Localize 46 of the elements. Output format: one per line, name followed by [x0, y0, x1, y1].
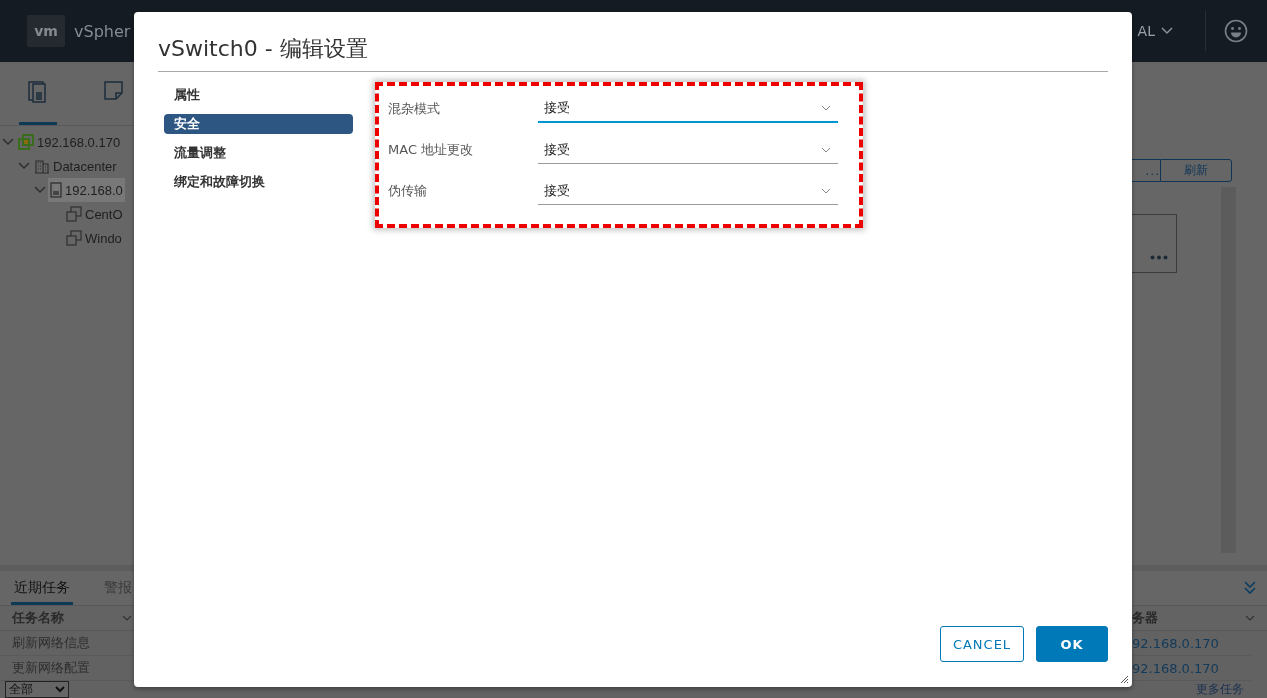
chevron-icon [821, 187, 831, 194]
chevron-icon [821, 105, 831, 111]
chevron-icon [821, 146, 831, 153]
chevron-icon [122, 615, 132, 622]
product-name: vSpher [74, 21, 131, 41]
note-icon [104, 81, 124, 101]
building-icon [34, 158, 50, 174]
user-menu[interactable]: AL [1137, 23, 1173, 39]
section-item[interactable]: 流量调整 [164, 143, 353, 163]
more-icon[interactable] [1150, 255, 1168, 260]
select-field[interactable]: 接受 [538, 136, 838, 164]
caret-icon [55, 686, 65, 693]
more-tasks-link[interactable]: 更多任务 [1196, 681, 1244, 698]
tree-item[interactable]: Windo [64, 226, 124, 250]
toolbar-button[interactable]: 刷新 [1160, 159, 1232, 182]
setting-label: MAC 地址更改 [388, 141, 475, 159]
resize-grip-icon[interactable] [1120, 675, 1129, 684]
chevron-icon[interactable] [34, 186, 46, 194]
section-item[interactable]: 属性 [164, 85, 353, 105]
select-field[interactable]: 接受 [538, 95, 838, 123]
smiley-icon[interactable] [1224, 19, 1248, 43]
vm-icon [66, 206, 82, 222]
tree-item[interactable]: 192.168.0.170 [16, 130, 123, 154]
chevron-icon[interactable] [2, 138, 14, 146]
chevron-icon[interactable] [18, 162, 30, 170]
server-icon [50, 182, 62, 198]
vm-icon [66, 230, 82, 246]
view-tab[interactable] [19, 79, 57, 125]
hosts-icon [28, 81, 48, 103]
tree-item[interactable]: Datacenter [32, 154, 119, 178]
dialog-button[interactable]: OK [1036, 626, 1108, 662]
chevron-icon [1245, 615, 1255, 622]
logo: vm [27, 15, 65, 47]
select-field[interactable]: 接受 [538, 177, 838, 205]
caret-icon [1161, 27, 1173, 35]
collapse-icon[interactable] [1244, 580, 1256, 595]
section-item[interactable]: 绑定和故障切换 [164, 172, 353, 192]
filter-dropdown[interactable]: 全部 [5, 681, 69, 698]
setting-label: 混杂模式 [388, 100, 441, 118]
section-item[interactable]: 安全 [164, 114, 353, 134]
dialog-button[interactable]: CANCEL [940, 626, 1024, 662]
setting-label: 伪传输 [388, 182, 428, 200]
tree-item[interactable]: CentO [64, 202, 125, 226]
host-icon [18, 134, 34, 150]
tree-item[interactable]: 192.168.0 [48, 178, 125, 202]
dialog-title: vSwitch0 - 编辑设置 [158, 34, 1108, 72]
